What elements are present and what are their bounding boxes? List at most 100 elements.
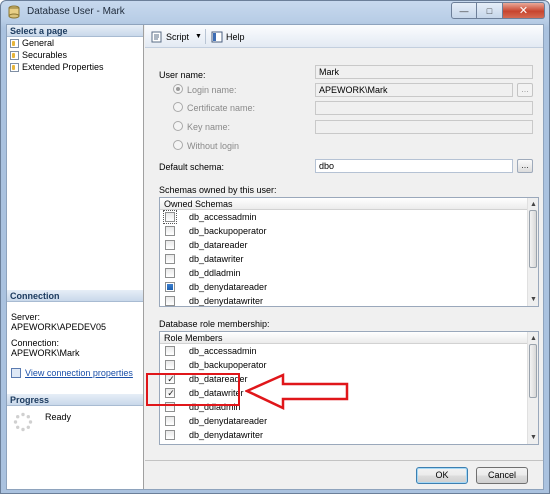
scroll-up-arrow-icon[interactable]: ▲ [529, 200, 538, 209]
row-label: db_datareader [189, 240, 248, 250]
list-item[interactable]: db_datareader [160, 372, 538, 386]
connection-value: APEWORK\Mark [11, 348, 80, 358]
connection-properties-icon [11, 368, 21, 378]
certificate-name-radio[interactable] [173, 102, 183, 112]
row-label: db_ddladmin [189, 268, 241, 278]
right-pane: Script ▼ Help User name: Mark Login name… [145, 25, 543, 489]
login-name-radio[interactable] [173, 84, 183, 94]
user-name-field[interactable]: Mark [315, 65, 533, 79]
login-name-label: Login name: [187, 85, 237, 95]
toolbar: Script ▼ Help [145, 25, 543, 48]
page-label: Securables [22, 50, 68, 60]
page-icon [10, 62, 19, 72]
scroll-down-arrow-icon[interactable]: ▼ [529, 433, 538, 442]
progress-status: Ready [45, 412, 72, 422]
minimize-button[interactable]: — [451, 2, 477, 19]
server-value: APEWORK\APEDEV05 [11, 322, 107, 332]
key-name-label: Key name: [187, 122, 231, 132]
key-name-radio[interactable] [173, 121, 183, 131]
row-checkbox[interactable] [165, 254, 175, 264]
dialog-window: Database User - Mark — □ ✕ Select a page… [0, 0, 550, 494]
list-item[interactable]: db_ddladmin [160, 266, 538, 280]
list-item[interactable]: db_denydatareader [160, 414, 538, 428]
row-checkbox[interactable] [165, 402, 175, 412]
row-checkbox[interactable] [165, 346, 175, 356]
user-name-label: User name: [159, 70, 206, 80]
list-item[interactable]: db_datawriter [160, 386, 538, 400]
server-label: Server: [11, 312, 41, 322]
schemas-scrollbar[interactable]: ▲ ▼ [527, 198, 538, 306]
row-label: db_datawriter [189, 254, 244, 264]
help-label: Help [226, 31, 245, 42]
page-securables[interactable]: Securables [7, 49, 143, 61]
without-login-radio[interactable] [173, 140, 183, 150]
script-button[interactable]: Script ▼ [151, 30, 202, 43]
ok-button[interactable]: OK [416, 467, 468, 484]
scroll-thumb[interactable] [529, 344, 537, 398]
schemas-grid-header: Owned Schemas [160, 198, 538, 210]
row-label: db_backupoperator [189, 360, 267, 370]
login-name-browse-button[interactable]: ... [517, 83, 533, 97]
list-item[interactable]: db_denydatawriter [160, 428, 538, 442]
roles-grid-header: Role Members [160, 332, 538, 344]
row-label: db_ddladmin [189, 402, 241, 412]
list-item[interactable]: db_datawriter [160, 252, 538, 266]
toolbar-separator [205, 29, 206, 44]
select-page-header: Select a page [7, 25, 143, 37]
without-login-label: Without login [187, 141, 240, 151]
certificate-name-field[interactable] [315, 101, 533, 115]
row-label: db_accessadmin [189, 346, 257, 356]
database-user-icon [8, 5, 20, 19]
default-schema-field[interactable]: dbo [315, 159, 513, 173]
list-item[interactable]: db_denydatawriter [160, 294, 538, 306]
default-schema-browse-button[interactable]: ... [517, 159, 533, 173]
list-item[interactable]: db_backupoperator [160, 358, 538, 372]
row-checkbox[interactable] [165, 360, 175, 370]
row-checkbox[interactable] [165, 416, 175, 426]
page-icon [10, 50, 19, 60]
row-checkbox[interactable] [165, 240, 175, 250]
roles-scrollbar[interactable]: ▲ ▼ [527, 332, 538, 444]
list-item[interactable]: db_denydatareader [160, 280, 538, 294]
row-checkbox[interactable] [165, 268, 175, 278]
row-checkbox[interactable] [163, 210, 177, 224]
row-label: db_datawriter [189, 388, 244, 398]
row-label: db_denydatawriter [189, 430, 264, 440]
schemas-owned-label: Schemas owned by this user: [159, 185, 277, 195]
list-item[interactable]: db_accessadmin [160, 210, 538, 224]
page-general[interactable]: General [7, 37, 143, 49]
cancel-button[interactable]: Cancel [476, 467, 528, 484]
progress-section: Progress Ready [7, 394, 143, 436]
page-label: General [22, 38, 55, 48]
maximize-button[interactable]: □ [477, 2, 503, 19]
page-extended-properties[interactable]: Extended Properties [7, 61, 143, 73]
list-item[interactable]: db_backupoperator [160, 224, 538, 238]
list-item[interactable]: db_datareader [160, 238, 538, 252]
row-checkbox[interactable] [165, 374, 176, 384]
row-checkbox[interactable] [165, 388, 176, 398]
scroll-down-arrow-icon[interactable]: ▼ [529, 295, 538, 304]
script-icon [151, 31, 162, 42]
row-checkbox[interactable] [165, 226, 175, 236]
dropdown-arrow-icon[interactable]: ▼ [195, 33, 202, 40]
close-button[interactable]: ✕ [503, 2, 545, 19]
row-checkbox[interactable] [165, 296, 175, 306]
list-item[interactable]: db_ddladmin [160, 400, 538, 414]
row-checkbox[interactable] [165, 430, 175, 440]
dialog-client: Select a page General Securables Extende… [6, 24, 544, 490]
view-connection-properties-link[interactable]: View connection properties [25, 368, 133, 378]
role-membership-label: Database role membership: [159, 319, 270, 329]
login-name-field[interactable]: APEWORK\Mark [315, 83, 513, 97]
schemas-rows: db_accessadmin db_backupoperator db_datare… [160, 210, 538, 306]
row-label: db_denydatawriter [189, 296, 264, 306]
scroll-thumb[interactable] [529, 210, 537, 268]
list-item[interactable]: db_accessadmin [160, 344, 538, 358]
certificate-name-label: Certificate name: [187, 103, 256, 113]
progress-header: Progress [7, 394, 143, 406]
row-checkbox[interactable] [165, 282, 175, 292]
script-label: Script [166, 31, 190, 42]
window-title: Database User - Mark [27, 6, 125, 17]
scroll-up-arrow-icon[interactable]: ▲ [529, 334, 538, 343]
help-button[interactable]: Help [211, 30, 245, 43]
key-name-field[interactable] [315, 120, 533, 134]
